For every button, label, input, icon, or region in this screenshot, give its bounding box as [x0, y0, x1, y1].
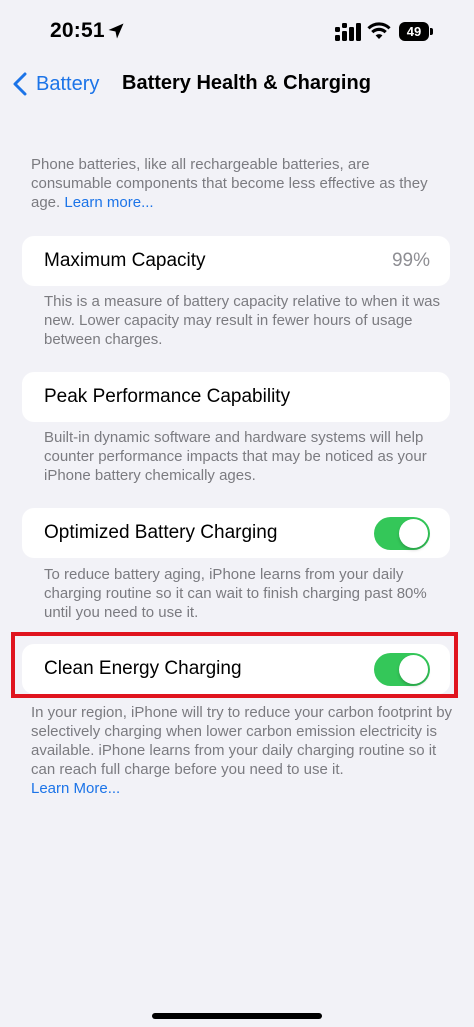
- page-title: Battery Health & Charging: [122, 72, 371, 94]
- optimized-charging-toggle[interactable]: [374, 517, 430, 550]
- back-button[interactable]: Battery: [12, 70, 99, 98]
- battery-icon: 49: [399, 22, 429, 41]
- chevron-left-icon: [13, 72, 27, 96]
- peak-performance-label: Peak Performance Capability: [44, 386, 291, 407]
- toggle-knob: [399, 519, 428, 548]
- back-label: Battery: [36, 72, 100, 95]
- optimized-charging-label: Optimized Battery Charging: [44, 522, 278, 543]
- clean-energy-text: In your region, iPhone will try to reduc…: [31, 704, 453, 778]
- battery-level: 49: [406, 24, 422, 39]
- signal-icon: [335, 23, 361, 41]
- location-arrow-icon: [108, 23, 124, 39]
- peak-performance-row: Peak Performance Capability: [22, 372, 450, 422]
- peak-performance-description: Built-in dynamic software and hardware s…: [44, 429, 427, 484]
- maximum-capacity-row: Maximum Capacity 99%: [22, 236, 450, 286]
- battery-nub: [430, 28, 433, 35]
- clean-energy-description: In your region, iPhone will try to reduc…: [31, 703, 461, 798]
- maximum-capacity-label: Maximum Capacity: [44, 250, 206, 271]
- home-indicator: [152, 1013, 322, 1019]
- status-time: 20:51: [50, 19, 105, 42]
- optimized-charging-row: Optimized Battery Charging: [22, 508, 450, 558]
- intro-description: Phone batteries, like all rechargeable b…: [31, 155, 451, 212]
- highlight-box: [11, 632, 458, 698]
- learn-more-link[interactable]: Learn more...: [64, 194, 153, 211]
- wifi-icon: [367, 22, 391, 39]
- maximum-capacity-value: 99%: [391, 250, 430, 271]
- optimized-charging-description: To reduce battery aging, iPhone learns f…: [44, 566, 427, 621]
- maximum-capacity-description: This is a measure of battery capacity re…: [44, 293, 441, 348]
- clean-energy-learn-more-link[interactable]: Learn More...: [31, 780, 120, 797]
